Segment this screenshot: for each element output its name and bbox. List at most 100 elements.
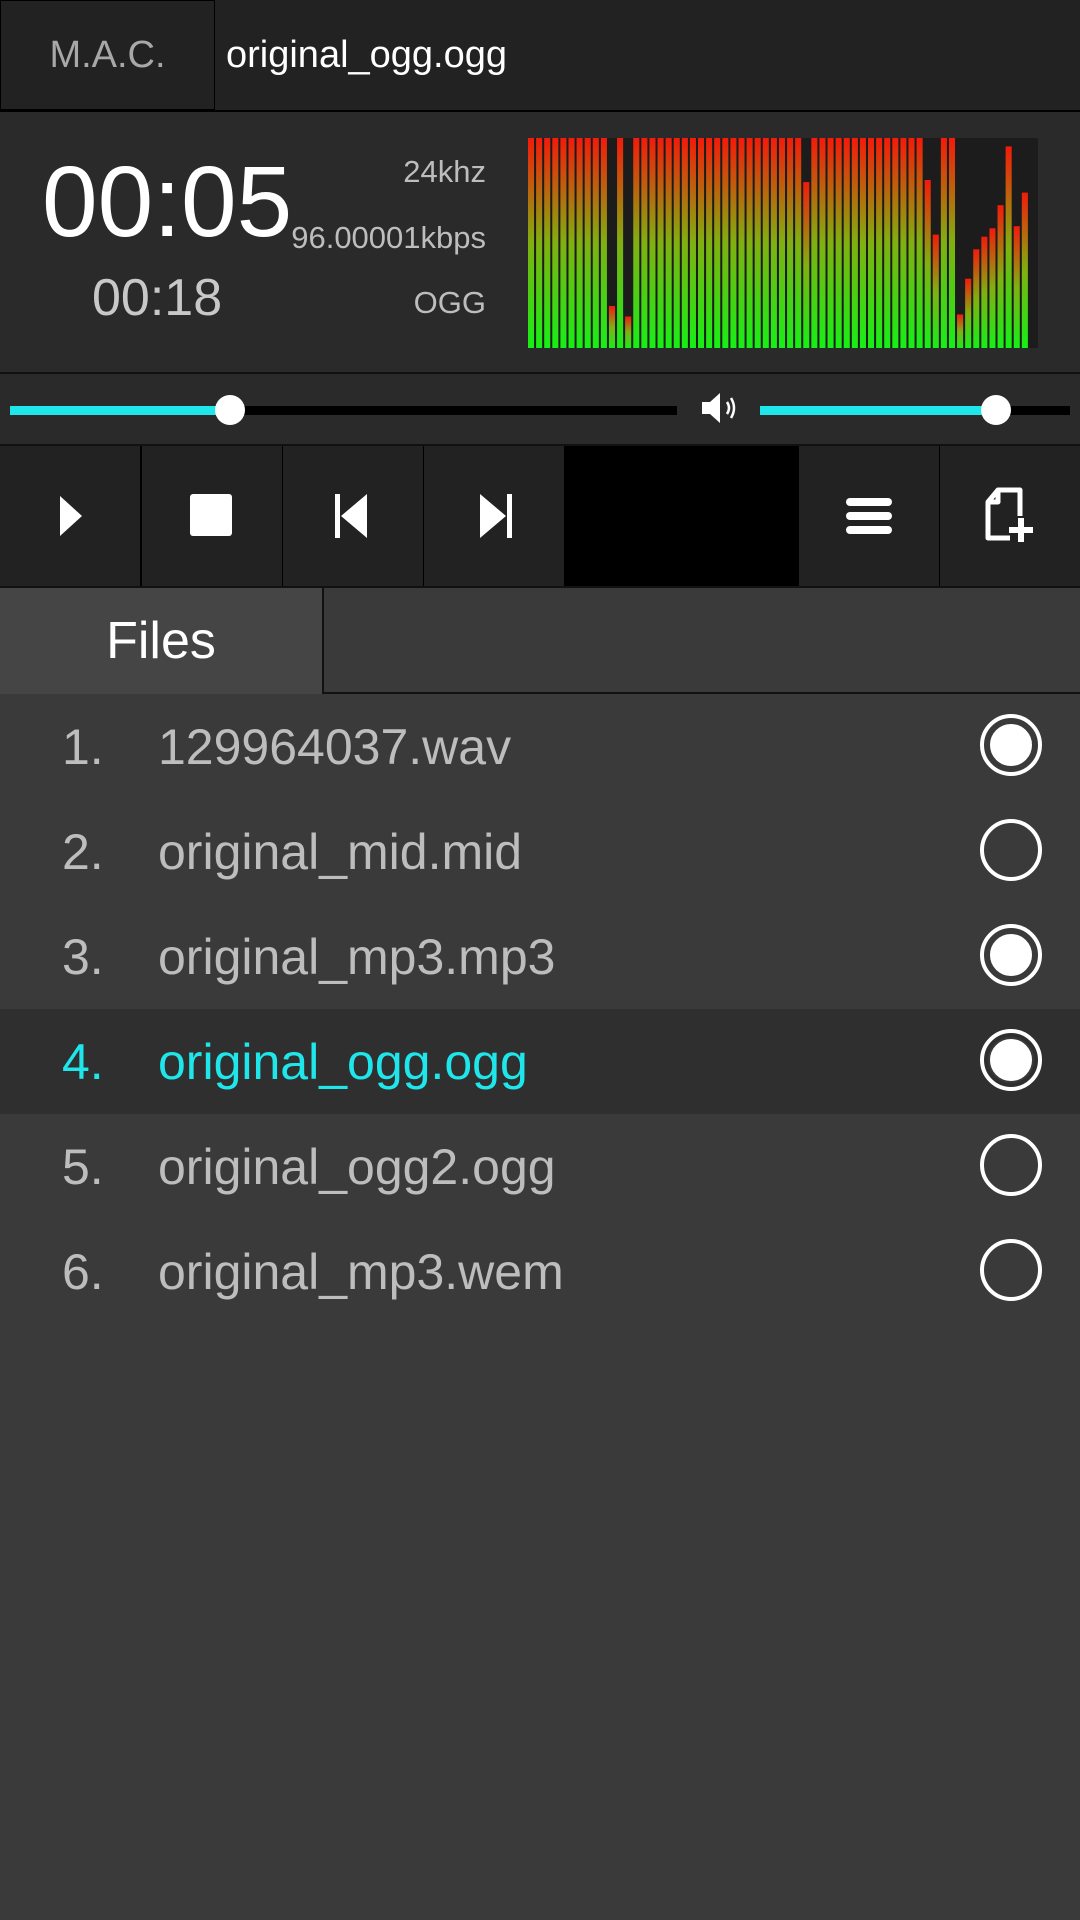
spectrum-bar bbox=[819, 138, 826, 348]
list-item-name: original_ogg.ogg bbox=[158, 1033, 528, 1090]
spectrum-bar bbox=[940, 138, 947, 348]
list-item-number: 1. bbox=[62, 718, 104, 775]
spectrum-bar bbox=[957, 314, 964, 348]
list-item-radio[interactable] bbox=[980, 1029, 1042, 1091]
volume-icon[interactable] bbox=[700, 388, 750, 428]
spectrum-bar bbox=[948, 138, 956, 348]
spectrum-bar bbox=[608, 306, 616, 348]
list-item-number: 6. bbox=[62, 1243, 104, 1300]
spectrum-bar bbox=[528, 138, 535, 348]
skip-previous-icon bbox=[335, 494, 367, 538]
list-item-current[interactable]: 4. original_ogg.ogg bbox=[0, 1009, 1080, 1114]
play-button[interactable] bbox=[0, 446, 140, 586]
volume-slider-fill bbox=[760, 406, 996, 415]
playback-controls bbox=[0, 446, 1080, 588]
spectrum-bar bbox=[989, 228, 996, 348]
tab-bar: Files bbox=[0, 588, 1080, 694]
spectrum-bar bbox=[981, 236, 988, 348]
spectrum-bar bbox=[900, 138, 907, 348]
spectrum-bar bbox=[617, 138, 624, 348]
list-item-name: original_mp3.wem bbox=[158, 1243, 564, 1300]
spectrum-bar bbox=[560, 138, 567, 348]
seek-volume-panel bbox=[0, 374, 1080, 446]
spectrum-bar bbox=[689, 138, 696, 348]
spectrum-bar bbox=[698, 138, 705, 348]
seek-slider-thumb[interactable] bbox=[215, 395, 246, 425]
list-item-name: original_mp3.mp3 bbox=[158, 928, 556, 985]
spectrum-bar bbox=[1005, 146, 1012, 348]
spectrum-bar bbox=[722, 138, 729, 348]
spectrum-bar bbox=[843, 138, 850, 348]
volume-slider[interactable] bbox=[760, 395, 1070, 425]
spectrum-bar bbox=[730, 138, 737, 348]
spectrum-bar bbox=[908, 138, 915, 348]
spectrum-bar bbox=[649, 138, 656, 348]
spectrum-bar bbox=[738, 138, 745, 348]
list-item[interactable]: 3. original_mp3.mp3 bbox=[0, 904, 1080, 1009]
list-item-number: 2. bbox=[62, 823, 104, 880]
tab-files[interactable]: Files bbox=[0, 588, 324, 694]
spectrum-bar bbox=[584, 138, 591, 348]
seek-slider[interactable] bbox=[10, 395, 677, 425]
spectrum-visualizer bbox=[528, 138, 1038, 348]
skip-next-icon bbox=[480, 494, 512, 538]
spectrum-bar bbox=[552, 138, 559, 348]
list-item-name: 129964037.wav bbox=[158, 718, 512, 775]
spectrum-bar bbox=[884, 138, 891, 348]
list-item-number: 5. bbox=[62, 1138, 104, 1195]
app-name: M.A.C. bbox=[0, 0, 215, 110]
list-item[interactable]: 6. original_mp3.wem bbox=[0, 1219, 1080, 1324]
previous-button[interactable] bbox=[283, 446, 423, 586]
list-item-name: original_ogg2.ogg bbox=[158, 1138, 556, 1195]
spectrum-bar bbox=[770, 138, 777, 348]
spectrum-bar bbox=[859, 138, 866, 348]
spectrum-bar bbox=[657, 138, 664, 348]
seek-slider-fill bbox=[10, 406, 231, 415]
spectrum-bar bbox=[1021, 192, 1028, 348]
spectrum-bar bbox=[714, 138, 721, 348]
next-button[interactable] bbox=[424, 446, 564, 586]
spectrum-bar bbox=[673, 138, 680, 348]
list-item[interactable]: 5. original_ogg2.ogg bbox=[0, 1114, 1080, 1219]
add-file-button[interactable] bbox=[940, 446, 1080, 586]
spectrum-bar bbox=[762, 138, 769, 348]
elapsed-time: 00:05 bbox=[42, 146, 293, 258]
spectrum-bar bbox=[665, 138, 672, 348]
spectrum-bar bbox=[997, 205, 1004, 348]
total-time: 00:18 bbox=[92, 269, 223, 327]
list-item-radio[interactable] bbox=[980, 924, 1042, 986]
spectrum-bar bbox=[876, 138, 883, 348]
list-item-radio[interactable] bbox=[980, 1134, 1042, 1196]
spectrum-bar bbox=[1013, 226, 1020, 348]
spectrum-bar bbox=[568, 138, 575, 348]
spectrum-bar bbox=[827, 138, 834, 348]
volume-slider-thumb[interactable] bbox=[980, 395, 1011, 425]
menu-icon bbox=[846, 498, 892, 534]
spectrum-bar bbox=[868, 138, 875, 348]
stop-button[interactable] bbox=[142, 446, 282, 586]
stop-icon bbox=[190, 494, 232, 536]
list-item-number: 4. bbox=[62, 1033, 104, 1090]
spectrum-bar bbox=[681, 138, 688, 348]
spectrum-bar bbox=[746, 138, 753, 348]
list-item-radio[interactable] bbox=[980, 714, 1042, 776]
spectrum-bar bbox=[706, 138, 713, 348]
add-file-icon bbox=[985, 487, 1033, 542]
list-item-radio[interactable] bbox=[980, 819, 1042, 881]
bitrate: 96.00001kbps bbox=[291, 220, 486, 255]
spectrum-bar bbox=[787, 138, 794, 348]
spectrum-bar bbox=[795, 138, 802, 348]
list-item-radio[interactable] bbox=[980, 1239, 1042, 1301]
list-item-name: original_mid.mid bbox=[158, 823, 523, 880]
spectrum-bar bbox=[835, 138, 842, 348]
file-format: OGG bbox=[413, 285, 486, 320]
spectrum-bar bbox=[851, 138, 858, 348]
spectrum-bar bbox=[544, 138, 551, 348]
list-item[interactable]: 1. 129964037.wav bbox=[0, 694, 1080, 799]
playlist-menu-button[interactable] bbox=[799, 446, 939, 586]
spectrum-bar bbox=[916, 138, 923, 348]
spectrum-bar bbox=[932, 234, 939, 348]
sample-rate: 24khz bbox=[403, 154, 486, 189]
play-icon bbox=[60, 496, 82, 536]
list-item[interactable]: 2. original_mid.mid bbox=[0, 799, 1080, 904]
